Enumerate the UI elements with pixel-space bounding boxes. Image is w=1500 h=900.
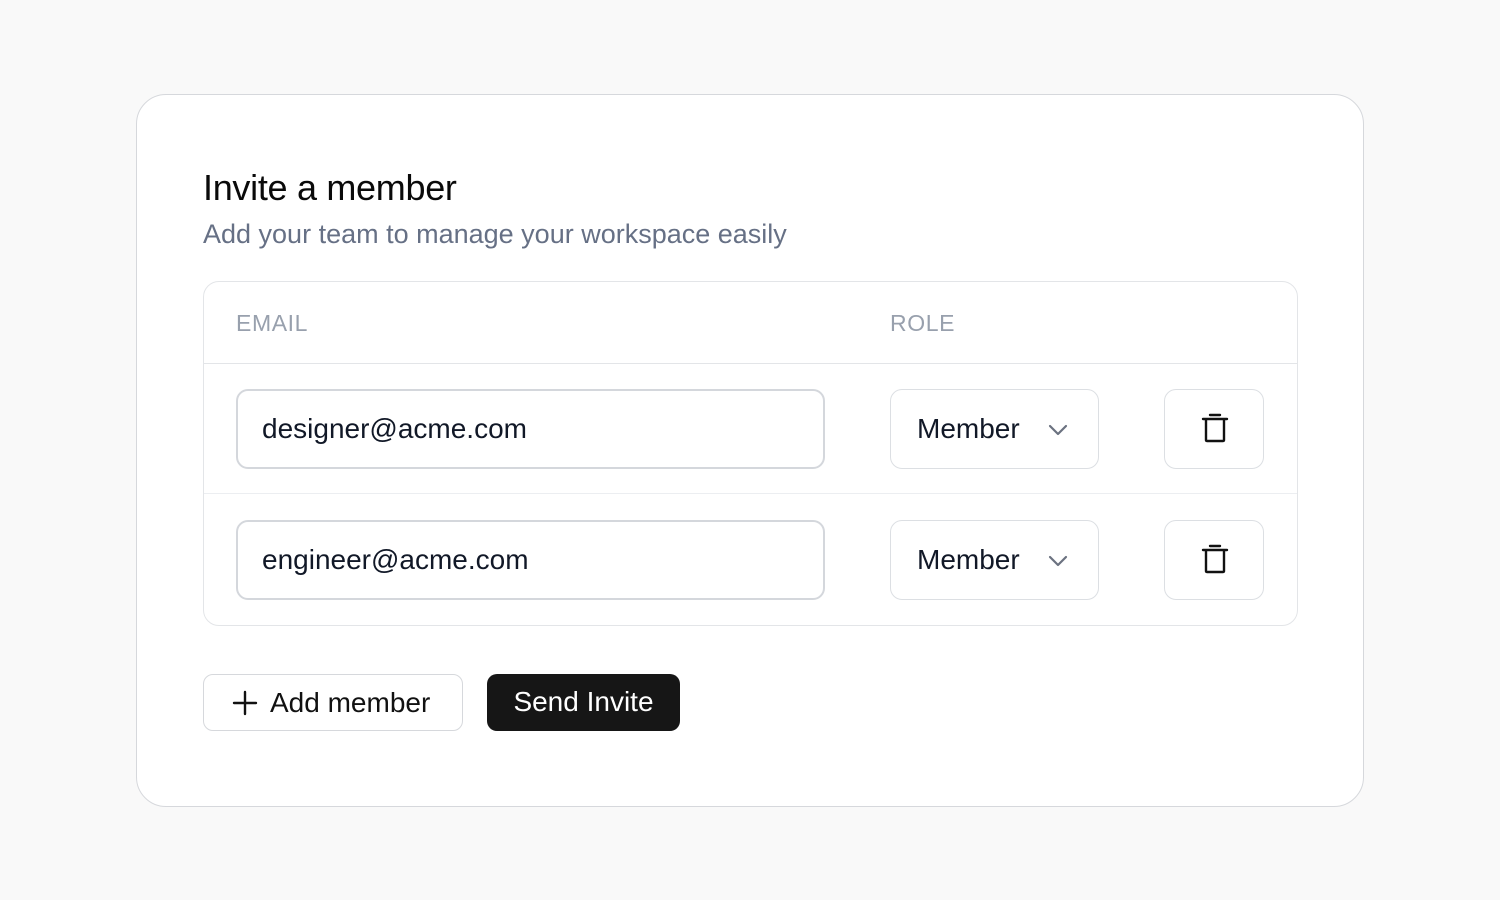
send-invite-label: Send Invite	[513, 686, 654, 717]
delete-row-button[interactable]	[1164, 520, 1264, 600]
members-table: EMAIL ROLE Member Member	[203, 281, 1298, 626]
trash-icon	[1201, 413, 1229, 443]
delete-row-button[interactable]	[1164, 389, 1264, 469]
send-invite-button[interactable]: Send Invite	[487, 674, 680, 731]
email-field[interactable]	[236, 520, 825, 600]
add-member-button[interactable]: Add member	[203, 674, 463, 731]
chevron-down-icon	[1048, 424, 1068, 436]
column-header-email: EMAIL	[236, 310, 309, 336]
invite-member-card: Invite a member Add your team to manage …	[136, 94, 1364, 807]
role-dropdown-value: Member	[917, 413, 1020, 444]
table-header: EMAIL ROLE	[204, 282, 1297, 364]
table-row: Member	[204, 364, 1297, 494]
page-title: Invite a member	[203, 167, 457, 208]
trash-icon	[1201, 544, 1229, 574]
table-row: Member	[204, 495, 1297, 625]
add-member-label: Add member	[270, 687, 431, 718]
role-dropdown[interactable]: Member	[890, 520, 1099, 600]
plus-icon	[232, 690, 258, 716]
column-header-role: ROLE	[890, 310, 956, 336]
role-dropdown[interactable]: Member	[890, 389, 1099, 469]
chevron-down-icon	[1048, 555, 1068, 567]
page-subtitle: Add your team to manage your workspace e…	[203, 219, 787, 249]
email-field[interactable]	[236, 389, 825, 469]
role-dropdown-value: Member	[917, 544, 1020, 575]
